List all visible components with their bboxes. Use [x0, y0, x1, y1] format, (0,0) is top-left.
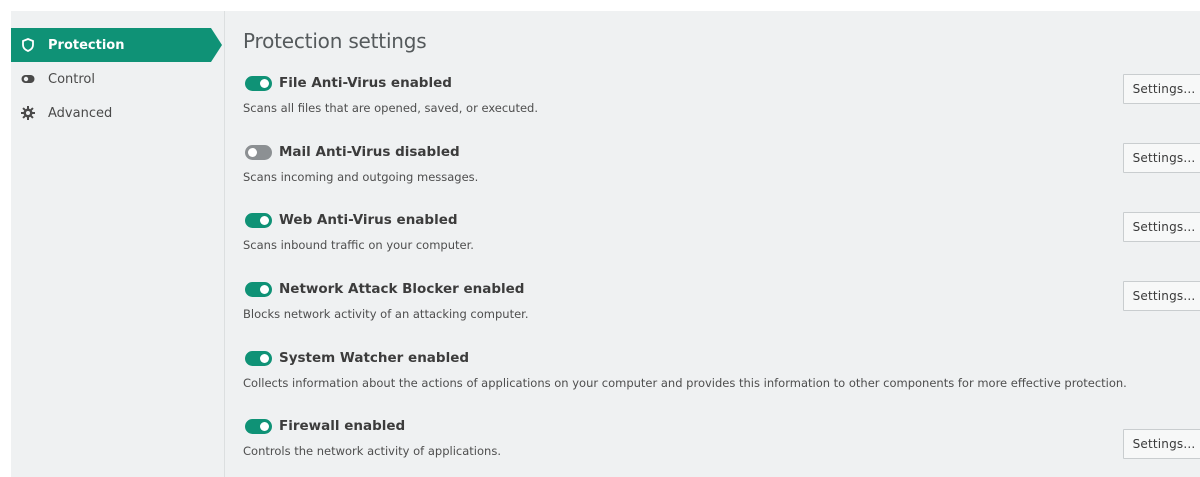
sidebar-item-protection[interactable]: Protection	[11, 28, 225, 62]
sidebar-item-label: Protection	[48, 37, 125, 53]
network-attack-blocker-toggle[interactable]	[245, 281, 272, 297]
component-title: Firewall enabled	[279, 418, 406, 434]
sidebar-item-label: Control	[48, 71, 95, 87]
component-row-mail-anti-virus: Mail Anti-Virus disabled Scans incoming …	[243, 142, 1200, 202]
component-title: Mail Anti-Virus disabled	[279, 144, 460, 160]
sidebar-item-control[interactable]: Control	[11, 62, 225, 96]
component-row-web-anti-virus: Web Anti-Virus enabled Scans inbound tra…	[243, 210, 1200, 270]
toggle-icon	[20, 71, 36, 87]
mail-anti-virus-settings-button[interactable]: Settings...	[1123, 143, 1200, 173]
component-title: System Watcher enabled	[279, 350, 470, 366]
component-row-file-anti-virus: File Anti-Virus enabled Scans all files …	[243, 73, 1200, 133]
component-title: Web Anti-Virus enabled	[279, 212, 458, 228]
component-row-network-attack-blocker: Network Attack Blocker enabled Blocks ne…	[243, 279, 1200, 339]
file-anti-virus-toggle[interactable]	[245, 75, 272, 91]
web-anti-virus-settings-button[interactable]: Settings...	[1123, 212, 1200, 242]
firewall-toggle[interactable]	[245, 418, 272, 434]
component-title: File Anti-Virus enabled	[279, 75, 452, 91]
page-title: Protection settings	[243, 29, 427, 53]
component-row-system-watcher: System Watcher enabled Collects informat…	[243, 348, 1200, 408]
component-description: Scans incoming and outgoing messages.	[243, 170, 479, 184]
network-attack-blocker-settings-button[interactable]: Settings...	[1123, 281, 1200, 311]
mail-anti-virus-toggle[interactable]	[245, 144, 272, 160]
component-description: Controls the network activity of applica…	[243, 444, 501, 458]
component-description: Collects information about the actions o…	[243, 376, 1127, 390]
system-watcher-toggle[interactable]	[245, 350, 272, 366]
shield-icon	[20, 37, 36, 53]
gear-icon	[20, 105, 36, 121]
component-description: Blocks network activity of an attacking …	[243, 307, 529, 321]
sidebar: Protection Control Advanced	[11, 11, 225, 477]
web-anti-virus-toggle[interactable]	[245, 212, 272, 228]
component-title: Network Attack Blocker enabled	[279, 281, 525, 297]
sidebar-item-advanced[interactable]: Advanced	[11, 96, 225, 130]
main-panel: Protection settings File Anti-Virus enab…	[243, 11, 1200, 477]
firewall-settings-button[interactable]: Settings...	[1123, 429, 1200, 459]
sidebar-item-label: Advanced	[48, 105, 113, 121]
app-window: Protection Control Advanced Protection s…	[11, 11, 1200, 477]
component-row-firewall: Firewall enabled Controls the network ac…	[243, 416, 1200, 476]
file-anti-virus-settings-button[interactable]: Settings...	[1123, 74, 1200, 104]
component-description: Scans all files that are opened, saved, …	[243, 101, 539, 115]
component-description: Scans inbound traffic on your computer.	[243, 238, 474, 252]
